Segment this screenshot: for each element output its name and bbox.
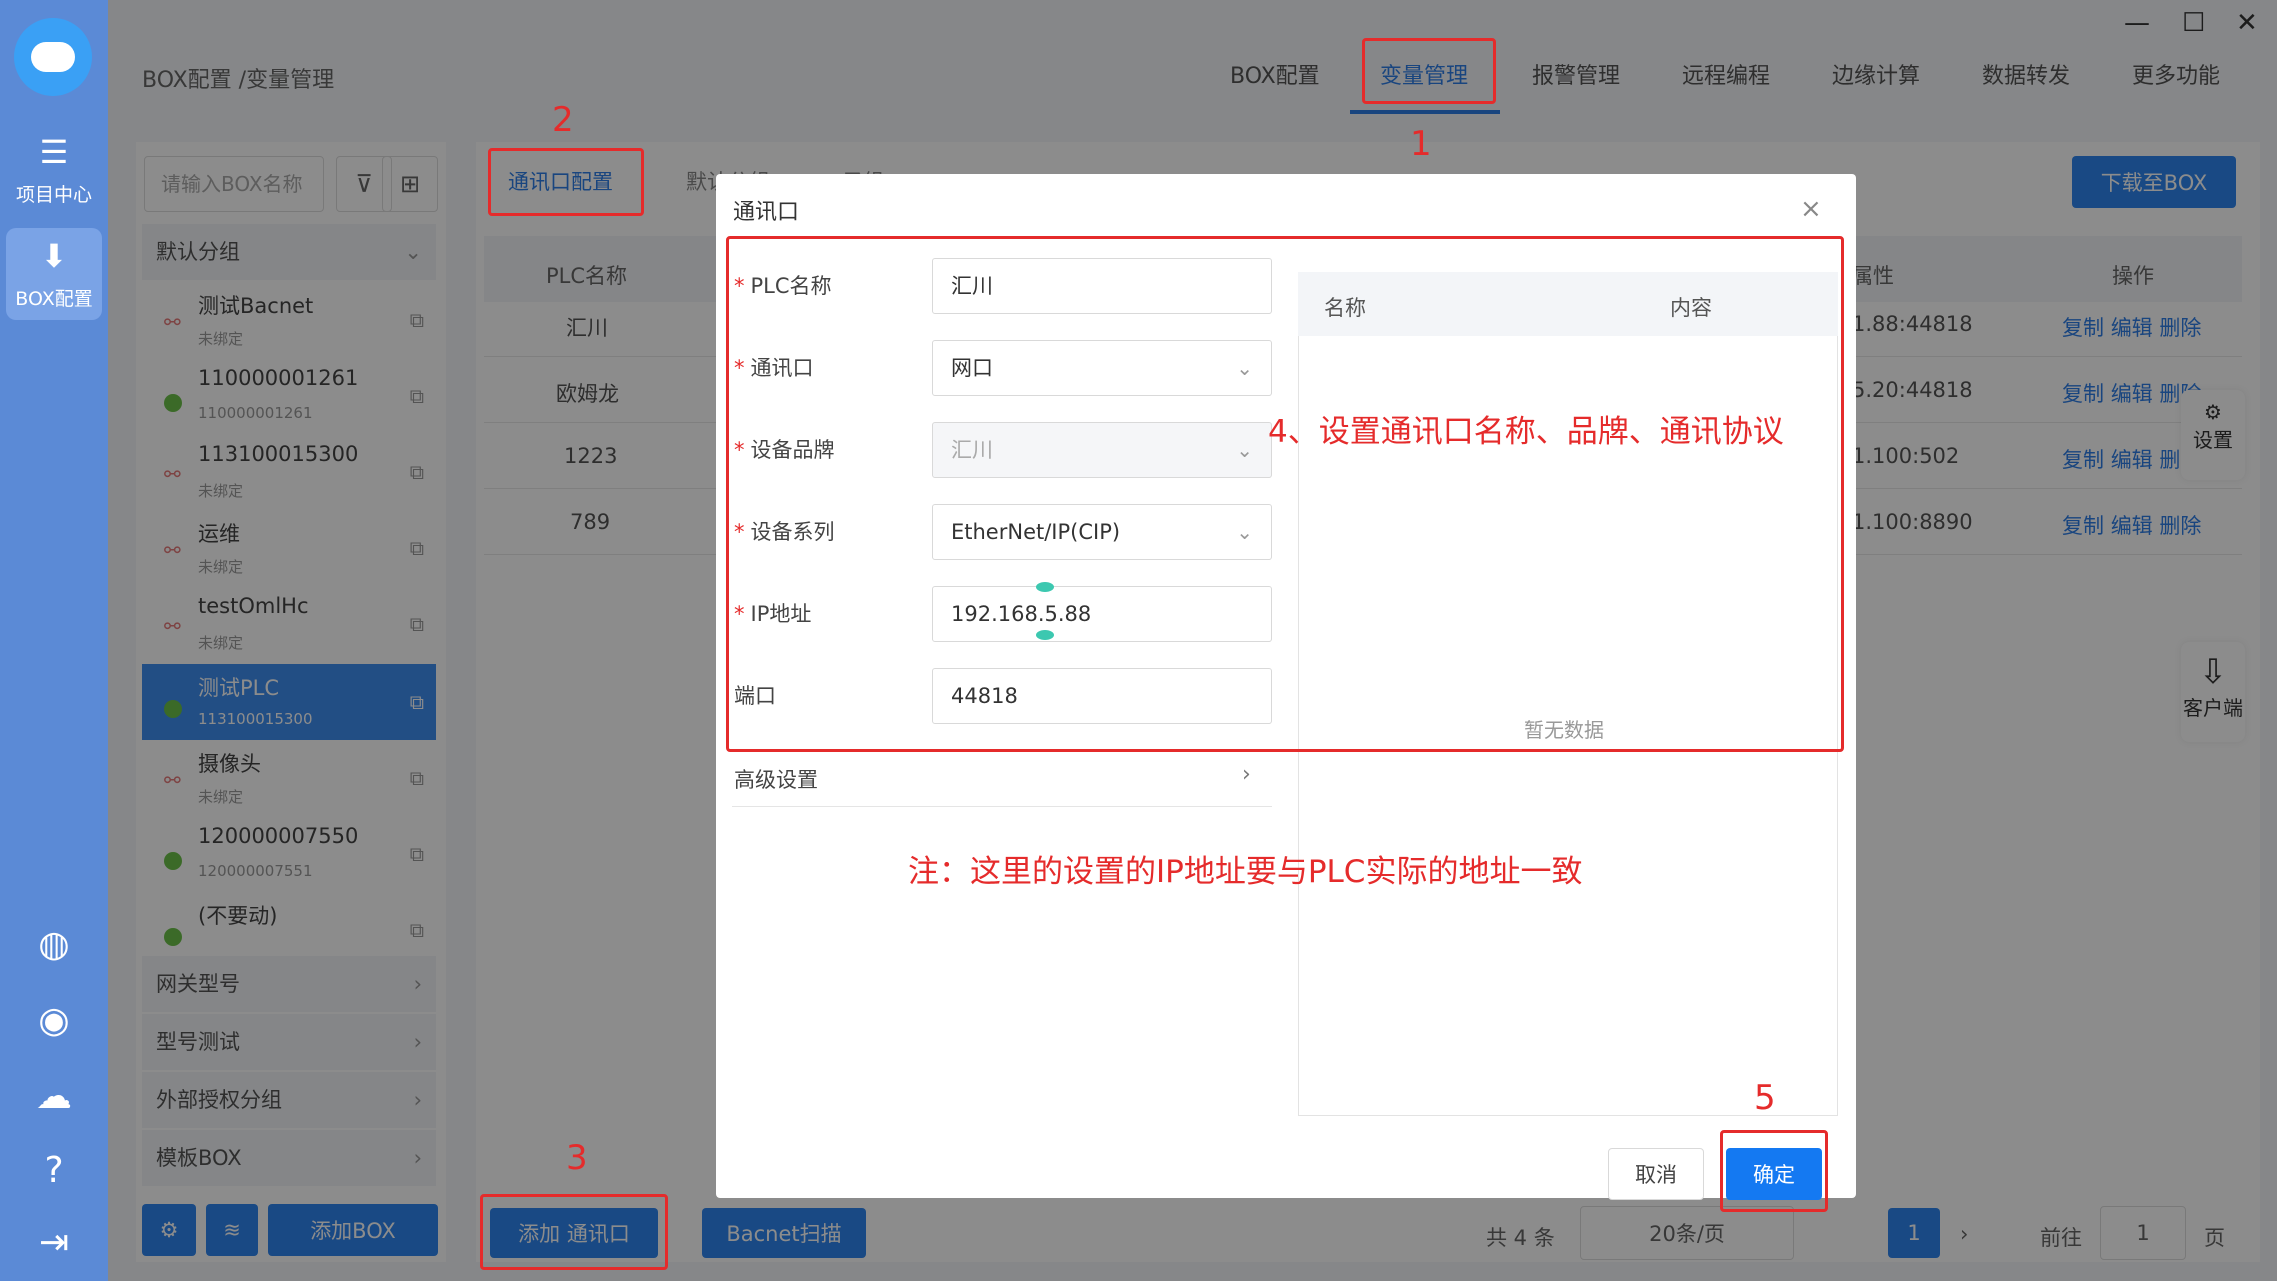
label-text: 通讯口 — [750, 356, 814, 380]
select-value: EtherNet/IP(CIP) — [951, 520, 1121, 544]
chevron-down-icon: ⌄ — [1236, 438, 1253, 462]
rail-item-projects[interactable]: ☰ 项目中心 — [0, 132, 108, 207]
cloud-upload-icon[interactable]: ☁ — [0, 1076, 108, 1117]
kv-col-name: 名称 — [1324, 296, 1366, 320]
text-cursor-handle — [1036, 582, 1054, 592]
kv-col-content: 内容 — [1670, 296, 1712, 320]
field-label-port: * 通讯口 — [734, 352, 814, 382]
kv-table — [1298, 272, 1838, 1116]
required-mark: * — [734, 274, 745, 298]
field-label-plc-name: * PLC名称 — [734, 270, 832, 300]
ip-address-input[interactable]: 192.168.5.88 — [932, 586, 1272, 642]
chevron-right-icon[interactable]: › — [1242, 762, 1251, 787]
required-mark: * — [734, 356, 745, 380]
required-mark: * — [734, 520, 745, 544]
annotation-number-3: 3 — [566, 1138, 588, 1178]
app-logo — [14, 18, 92, 96]
logout-icon[interactable]: ⇥ — [0, 1222, 108, 1263]
select-value: 网口 — [951, 356, 993, 380]
divider — [732, 806, 1272, 807]
required-mark: * — [734, 438, 745, 462]
confirm-button[interactable]: 确定 — [1726, 1148, 1822, 1200]
select-value: 汇川 — [951, 438, 993, 462]
field-label-port-number: 端口 — [734, 680, 776, 710]
label-text: 设备品牌 — [750, 438, 835, 462]
cancel-button[interactable]: 取消 — [1608, 1148, 1704, 1200]
advanced-settings[interactable]: 高级设置 — [734, 764, 818, 794]
cloud-logo-icon — [31, 42, 75, 72]
kv-empty-text: 暂无数据 — [1524, 718, 1604, 742]
plc-name-input[interactable]: 汇川 — [932, 258, 1272, 314]
chevron-down-icon: ⌄ — [1236, 520, 1253, 544]
chevron-down-icon: ⌄ — [1236, 356, 1253, 380]
user-icon[interactable]: ◉ — [0, 1000, 108, 1041]
grid-icon: ☰ — [39, 133, 69, 171]
globe-icon[interactable]: ◍ — [0, 924, 108, 965]
close-icon[interactable]: × — [1800, 194, 1822, 224]
download-icon: ⬇ — [40, 237, 68, 275]
field-label-brand: * 设备品牌 — [734, 434, 835, 464]
required-mark: * — [734, 602, 745, 626]
annotation-note: 注：这里的设置的IP地址要与PLC实际的地址一致 — [908, 854, 1583, 890]
rail-item-box-config[interactable]: ⬇ BOX配置 — [6, 228, 102, 320]
label-text: IP地址 — [750, 602, 812, 626]
label-text: PLC名称 — [750, 274, 832, 298]
label-text: 端口 — [734, 684, 776, 708]
field-label-ip: * IP地址 — [734, 598, 811, 628]
rail-item-label: BOX配置 — [15, 288, 93, 310]
help-icon[interactable]: ? — [0, 1150, 108, 1191]
annotation-number-2: 2 — [552, 100, 574, 140]
kv-table-header — [1298, 272, 1838, 336]
field-label-series: * 设备系列 — [734, 516, 835, 546]
port-type-select[interactable]: 网口 ⌄ — [932, 340, 1272, 396]
annotation-number-1: 1 — [1410, 124, 1432, 164]
series-select[interactable]: EtherNet/IP(CIP) ⌄ — [932, 504, 1272, 560]
dialog-title: 通讯口 — [733, 200, 800, 225]
port-number-input[interactable]: 44818 — [932, 668, 1272, 724]
left-rail: ☰ 项目中心 ⬇ BOX配置 ◍ ◉ ☁ ? ⇥ — [0, 0, 108, 1281]
annotation-step-4: 4、设置通讯口名称、品牌、通讯协议 — [1268, 414, 1784, 450]
annotation-number-5: 5 — [1754, 1078, 1776, 1118]
brand-select[interactable]: 汇川 ⌄ — [932, 422, 1272, 478]
rail-item-label: 项目中心 — [15, 184, 92, 206]
text-cursor-handle — [1036, 630, 1054, 640]
label-text: 设备系列 — [750, 520, 835, 544]
